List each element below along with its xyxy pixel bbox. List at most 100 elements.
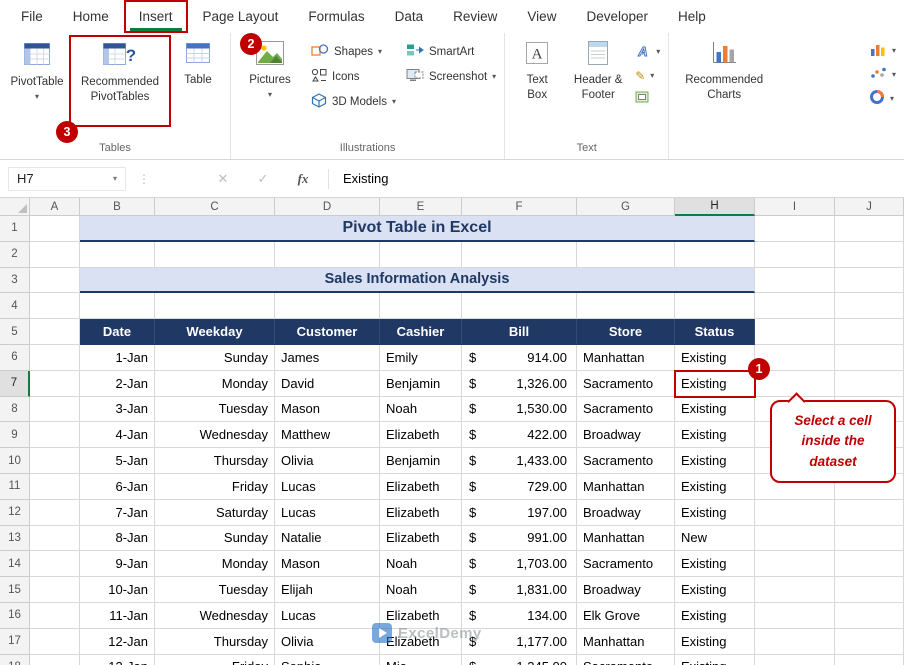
cell-E15[interactable]: Noah (380, 577, 462, 603)
cell-E7[interactable]: Benjamin (380, 370, 462, 397)
cell-E13[interactable]: Elizabeth (380, 525, 462, 552)
cell-J15[interactable] (835, 577, 904, 603)
spreadsheet-grid[interactable]: A B C D E F G H I J 1 Pivot Table in Excel 2 3 Sales I… (0, 198, 904, 665)
cell-C4[interactable] (155, 293, 275, 320)
row-header-9[interactable]: 9 (0, 422, 30, 449)
tab-formulas[interactable]: Formulas (293, 0, 379, 33)
cell-D12[interactable]: Lucas (275, 499, 380, 526)
merged-section-title[interactable]: Sales Information Analysis (80, 267, 755, 294)
cell-E9[interactable]: Elizabeth (380, 422, 462, 449)
cell-D17[interactable]: Olivia (275, 628, 380, 655)
cell-G15[interactable]: Broadway (577, 577, 675, 603)
smartart-button[interactable]: SmartArt (406, 43, 496, 60)
cell-A5[interactable] (30, 319, 80, 345)
cell-I1[interactable] (755, 216, 835, 242)
cell-A16[interactable] (30, 602, 80, 629)
cell-D8[interactable]: Mason (275, 396, 380, 423)
cell-E4[interactable] (380, 293, 462, 320)
3d-models-button[interactable]: 3D Models ▾ (311, 93, 396, 111)
cell-B10[interactable]: 5-Jan (80, 448, 155, 474)
cell-C11[interactable]: Friday (155, 473, 275, 500)
cell-A14[interactable] (30, 551, 80, 578)
cell-G16[interactable]: Elk Grove (577, 602, 675, 629)
object-button[interactable] (635, 91, 660, 106)
scatter-chart-button[interactable]: ▾ (869, 66, 896, 83)
cell-B6[interactable]: 1-Jan (80, 344, 155, 371)
merged-main-title[interactable]: Pivot Table in Excel (80, 216, 755, 242)
header-cell-customer[interactable]: Customer (275, 319, 380, 345)
cell-J4[interactable] (835, 293, 904, 320)
cell-C2[interactable] (155, 241, 275, 268)
row-header-13[interactable]: 13 (0, 525, 30, 552)
cell-G18[interactable]: Sacramento (577, 654, 675, 665)
wordart-button[interactable]: A ▾ (635, 43, 660, 61)
cell-D15[interactable]: Elijah (275, 577, 380, 603)
cell-H14[interactable]: Existing (675, 551, 755, 578)
header-cell-cashier[interactable]: Cashier (380, 319, 462, 345)
cell-C12[interactable]: Saturday (155, 499, 275, 526)
cell-G10[interactable]: Sacramento (577, 448, 675, 474)
cell-D6[interactable]: James (275, 344, 380, 371)
cell-J17[interactable] (835, 628, 904, 655)
cell-A7[interactable] (30, 370, 80, 397)
cell-F15[interactable]: $1,831.00 (462, 577, 577, 603)
cell-E12[interactable]: Elizabeth (380, 499, 462, 526)
tab-developer[interactable]: Developer (571, 0, 663, 33)
recommended-charts-button[interactable]: Recommended Charts (677, 35, 771, 119)
column-chart-button[interactable]: ▾ (869, 41, 896, 60)
tab-help[interactable]: Help (663, 0, 721, 33)
cell-F7[interactable]: $1,326.00 (462, 370, 577, 397)
pie-chart-button[interactable]: ▾ (869, 89, 896, 108)
cell-C10[interactable]: Thursday (155, 448, 275, 474)
tab-view[interactable]: View (512, 0, 571, 33)
cell-G6[interactable]: Manhattan (577, 344, 675, 371)
screenshot-button[interactable]: Screenshot ▾ (406, 68, 496, 85)
cell-H12[interactable]: Existing (675, 499, 755, 526)
row-header-17[interactable]: 17 (0, 628, 30, 655)
cell-I15[interactable] (755, 577, 835, 603)
cell-C8[interactable]: Tuesday (155, 396, 275, 423)
header-cell-bill[interactable]: Bill (462, 319, 577, 345)
column-header-A[interactable]: A (30, 198, 80, 216)
cell-H9[interactable]: Existing (675, 422, 755, 449)
cell-B13[interactable]: 8-Jan (80, 525, 155, 552)
cell-B7[interactable]: 2-Jan (80, 370, 155, 397)
cell-G14[interactable]: Sacramento (577, 551, 675, 578)
cell-C14[interactable]: Monday (155, 551, 275, 578)
enter-icon[interactable]: ✓ (250, 171, 276, 187)
cell-J18[interactable] (835, 654, 904, 665)
cell-G9[interactable]: Broadway (577, 422, 675, 449)
cell-H10[interactable]: Existing (675, 448, 755, 474)
cell-A11[interactable] (30, 473, 80, 500)
icons-button[interactable]: Icons (311, 68, 396, 85)
cell-D9[interactable]: Matthew (275, 422, 380, 449)
cell-H18[interactable]: Existing (675, 654, 755, 665)
cell-B8[interactable]: 3-Jan (80, 396, 155, 423)
cell-E11[interactable]: Elizabeth (380, 473, 462, 500)
tab-page-layout[interactable]: Page Layout (188, 0, 294, 33)
cell-A1[interactable] (30, 216, 80, 242)
cell-E2[interactable] (380, 241, 462, 268)
text-box-button[interactable]: A Text Box (513, 35, 561, 119)
cell-C7[interactable]: Monday (155, 370, 275, 397)
cell-I14[interactable] (755, 551, 835, 578)
cell-F12[interactable]: $197.00 (462, 499, 577, 526)
table-button[interactable]: Table (174, 35, 222, 119)
cell-B14[interactable]: 9-Jan (80, 551, 155, 578)
row-header-10[interactable]: 10 (0, 448, 30, 474)
cell-C13[interactable]: Sunday (155, 525, 275, 552)
recommended-pivottables-button[interactable]: ? Recommended PivotTables (69, 35, 171, 127)
cell-A6[interactable] (30, 344, 80, 371)
cell-J16[interactable] (835, 602, 904, 629)
cell-B17[interactable]: 12-Jan (80, 628, 155, 655)
row-header-18[interactable]: 18 (0, 654, 30, 665)
cell-J14[interactable] (835, 551, 904, 578)
tab-review[interactable]: Review (438, 0, 512, 33)
cell-J7[interactable] (835, 370, 904, 397)
signature-line-button[interactable]: ✎ ▾ (635, 69, 660, 83)
cell-A12[interactable] (30, 499, 80, 526)
cell-J6[interactable] (835, 344, 904, 371)
cell-D10[interactable]: Olivia (275, 448, 380, 474)
tab-insert[interactable]: Insert (123, 0, 188, 33)
cell-H15[interactable]: Existing (675, 577, 755, 603)
